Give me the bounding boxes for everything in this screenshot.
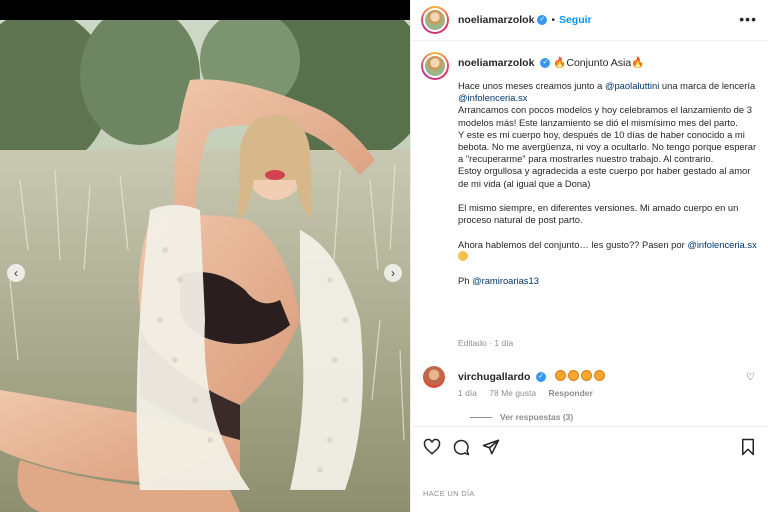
reply-button[interactable]: Responder [548, 388, 592, 398]
caption-header: noeliamarzolok ✓ 🔥Conjunto Asia🔥 [458, 56, 644, 69]
post-media: ‹ › [0, 0, 410, 512]
comment-icon[interactable] [452, 438, 470, 456]
edited-label: Editado · 1 día [458, 338, 514, 348]
dot-separator: • [551, 14, 555, 26]
mention-link[interactable]: @infolenceria.sx [687, 239, 756, 250]
action-bar [411, 426, 768, 476]
bookmark-icon[interactable] [739, 438, 757, 456]
comment-time: 1 día [458, 388, 477, 398]
comment-item: virchugallardo ✓ 1 día 78 Me gusta Respo… [411, 362, 768, 432]
fire-emoji-icon: 🔥 [631, 57, 645, 69]
caption-body: Hace unos meses creamos junto a @paolalu… [458, 80, 758, 287]
comment-avatar[interactable] [423, 366, 445, 388]
caption-text: Ph [458, 275, 473, 287]
comment-meta: 1 día 78 Me gusta Responder [458, 388, 603, 398]
caption-paragraph: El mismo siempre, en diferentes versione… [458, 202, 739, 226]
caption-avatar[interactable] [421, 52, 449, 80]
caption-text: Ahora hablemos del conjunto… les gusto??… [458, 238, 688, 250]
replies-line [470, 416, 492, 418]
caption-text: una marca de lencería [659, 80, 756, 91]
comment-like-icon[interactable]: ♡ [746, 372, 755, 383]
comment-header: virchugallardo ✓ [458, 370, 605, 383]
caption-text: Hace unos meses creamos junto a [458, 80, 605, 91]
share-icon[interactable] [482, 438, 500, 456]
view-replies-button[interactable]: Ver respuestas (3) [470, 412, 573, 422]
avatar[interactable] [421, 6, 449, 34]
fire-emoji-icon: 🔥 [553, 57, 567, 69]
post-photo[interactable] [0, 20, 410, 512]
header-username[interactable]: noeliamarzolok [458, 14, 534, 26]
post-header: noeliamarzolok ✓ • Seguir ••• [411, 0, 768, 41]
post-sidebar: noeliamarzolok ✓ • Seguir ••• noeliamarz… [410, 0, 768, 512]
caption-paragraph: Y este es mi cuerpo hoy, después de 10 d… [458, 128, 757, 165]
heart-eyes-emoji-icon [554, 370, 605, 381]
mention-link[interactable]: @paolaluttini [605, 80, 659, 91]
verified-badge-icon: ✓ [537, 15, 548, 25]
caption-username[interactable]: noeliamarzolok [458, 57, 534, 69]
comment-username[interactable]: virchugallardo [458, 371, 530, 383]
media-top-bar [0, 0, 410, 20]
verified-badge-icon: ✓ [536, 372, 547, 383]
instagram-post: ‹ › noeliamarzolok ✓ • Seguir ••• noelia… [0, 0, 768, 512]
post-timestamp: HACE UN DÍA [423, 489, 475, 498]
caption-paragraph: Arrancamos con pocos modelos y hoy celeb… [458, 104, 752, 128]
like-icon[interactable] [423, 438, 441, 456]
verified-badge-icon: ✓ [540, 58, 551, 69]
view-replies-label: Ver respuestas (3) [500, 412, 574, 422]
caption-paragraph: Estoy orgullosa y agradecida a este cuer… [458, 165, 751, 189]
mention-link[interactable]: @ramiroarias13 [472, 275, 539, 286]
more-options-icon[interactable]: ••• [739, 11, 757, 27]
follow-button[interactable]: Seguir [559, 14, 592, 26]
caption: noeliamarzolok ✓ 🔥Conjunto Asia🔥 Hace un… [411, 42, 768, 360]
mention-link[interactable]: @infolenceria.sx [458, 92, 527, 103]
previous-photo-icon[interactable]: ‹ [7, 264, 25, 282]
next-photo-icon[interactable]: › [384, 264, 402, 282]
smile-emoji-icon [458, 250, 468, 261]
caption-title: Conjunto Asia [566, 57, 632, 69]
comment-likes[interactable]: 78 Me gusta [489, 388, 536, 398]
